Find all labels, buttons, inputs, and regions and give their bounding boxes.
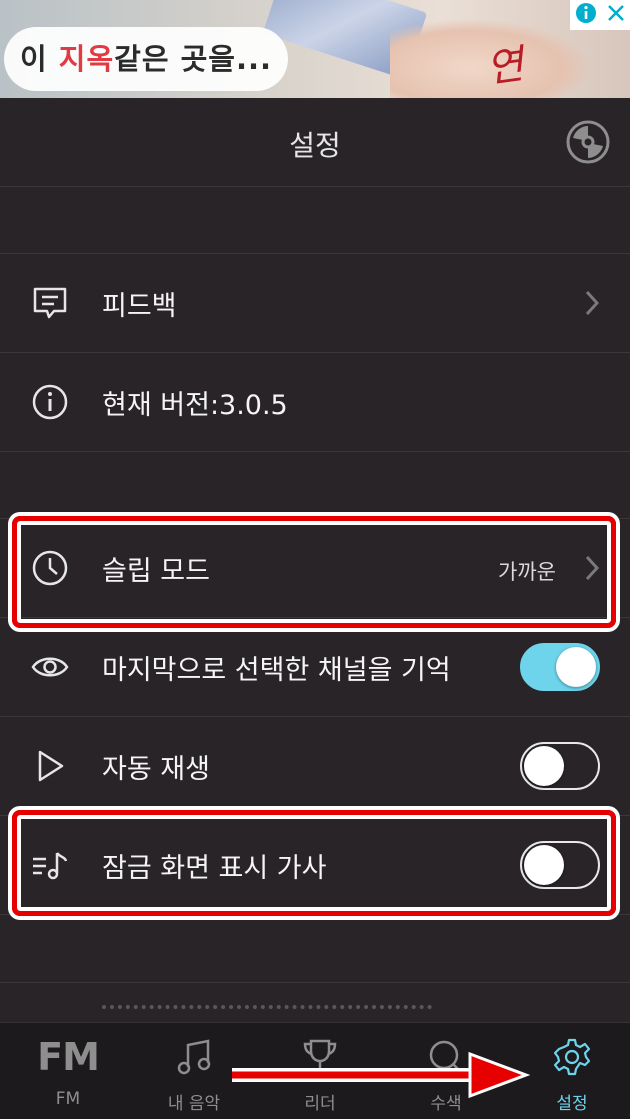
disc-icon[interactable] — [566, 120, 610, 164]
fm-icon: FM — [37, 1035, 100, 1079]
ad-badge — [570, 0, 630, 30]
message-icon — [33, 287, 67, 319]
tab-label: FM — [55, 1089, 81, 1109]
chevron-right-icon — [585, 290, 600, 316]
partial-row-text — [102, 1005, 432, 1023]
eye-icon — [31, 657, 69, 677]
play-icon — [38, 750, 64, 782]
settings-row-version: 현재 버전:3.0.5 — [0, 353, 630, 452]
autoplay-toggle[interactable] — [520, 742, 600, 790]
section-spacer — [0, 452, 630, 519]
toggle-knob — [556, 647, 596, 687]
tab-fm[interactable]: FM FM — [5, 1023, 131, 1119]
trophy-icon — [303, 1039, 337, 1075]
ad-headline: 이 지옥같은 곳을... — [20, 42, 273, 76]
toggle-knob — [524, 845, 564, 885]
tab-settings[interactable]: 설정 — [509, 1023, 630, 1119]
settings-row-label: 슬립 모드 — [102, 556, 210, 587]
tab-search[interactable]: 수색 — [383, 1023, 509, 1119]
settings-row-sleep-mode[interactable]: 슬립 모드 가까운 — [0, 519, 630, 618]
tab-bar: FM FM 내 음악 리더 수색 설정 — [0, 1022, 630, 1119]
search-icon — [429, 1040, 463, 1074]
settings-row-partial — [0, 982, 630, 1023]
gear-icon — [553, 1038, 591, 1076]
page-title: 설정 — [289, 129, 341, 162]
version-label: 현재 버전:3.0.5 — [102, 390, 288, 421]
tab-label: 수색 — [430, 1094, 462, 1114]
info-circle-icon — [32, 384, 68, 420]
section-spacer — [0, 187, 630, 254]
settings-row-label: 마지막으로 선택한 채널을 기억 — [102, 655, 451, 686]
tab-my-music[interactable]: 내 음악 — [131, 1023, 257, 1119]
music-note-icon — [177, 1039, 211, 1075]
tab-label: 리더 — [304, 1094, 336, 1114]
settings-row-label: 피드백 — [102, 291, 177, 322]
tab-label: 내 음악 — [167, 1094, 221, 1114]
chevron-right-icon — [585, 555, 600, 581]
tab-leader[interactable]: 리더 — [257, 1023, 383, 1119]
close-icon[interactable] — [605, 2, 627, 28]
sleep-mode-value: 가까운 — [498, 560, 556, 584]
ad-banner[interactable]: 이 지옥같은 곳을... 연 — [0, 0, 630, 98]
lockscreen-lyrics-toggle[interactable] — [520, 841, 600, 889]
tab-label: 설정 — [556, 1094, 588, 1114]
header: 설정 — [0, 98, 630, 187]
settings-row-lockscreen-lyrics: 잠금 화면 표시 가사 — [0, 816, 630, 915]
info-icon[interactable] — [574, 1, 598, 29]
lyrics-icon — [33, 852, 68, 880]
settings-row-label: 잠금 화면 표시 가사 — [102, 853, 327, 884]
clock-icon — [32, 550, 68, 586]
settings-row-autoplay: 자동 재생 — [0, 717, 630, 816]
remember-channel-toggle[interactable] — [520, 643, 600, 691]
settings-row-label: 자동 재생 — [102, 754, 210, 785]
settings-row-remember-channel: 마지막으로 선택한 채널을 기억 — [0, 618, 630, 717]
ad-logo: 연 — [483, 41, 527, 93]
settings-row-feedback[interactable]: 피드백 — [0, 254, 630, 353]
toggle-knob — [524, 746, 564, 786]
